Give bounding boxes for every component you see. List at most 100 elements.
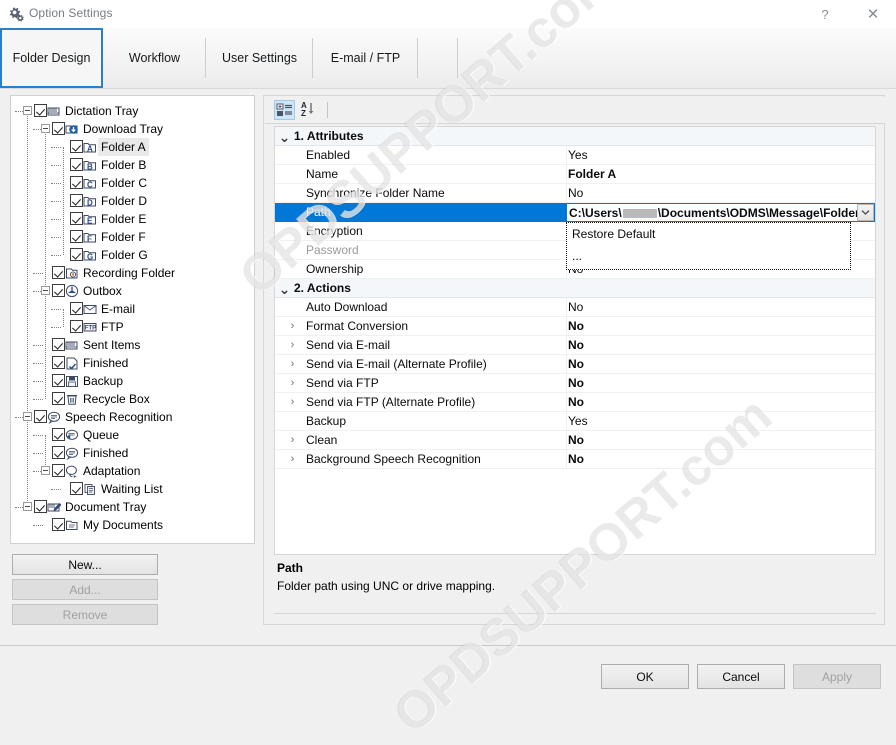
property-row-auto-download[interactable]: Auto Download No xyxy=(275,298,875,317)
property-row-format-conversion[interactable]: › Format Conversion No xyxy=(275,317,875,336)
property-value[interactable]: Yes xyxy=(568,146,588,165)
tree-item-folder-d[interactable]: D Folder D xyxy=(11,192,254,210)
tree-item-recording-folder[interactable]: Recording Folder xyxy=(11,264,254,282)
alphabetical-sort-icon[interactable]: A Z xyxy=(299,100,320,120)
property-value[interactable]: No xyxy=(568,355,584,374)
tree-item-sent-items[interactable]: Sent Items xyxy=(11,336,254,354)
tree-checkbox[interactable] xyxy=(52,266,65,279)
tree-checkbox[interactable] xyxy=(52,338,65,351)
tree-item-finished[interactable]: Finished xyxy=(11,354,254,372)
tree-expander-collapse-icon[interactable] xyxy=(23,412,32,421)
tree-checkbox[interactable] xyxy=(34,410,47,423)
tree-item-folder-e[interactable]: E Folder E xyxy=(11,210,254,228)
property-row-name[interactable]: Name Folder A xyxy=(275,165,875,184)
property-row-send-via-e-mail-alternate-profile[interactable]: › Send via E-mail (Alternate Profile) No xyxy=(275,355,875,374)
tree-expander-collapse-icon[interactable] xyxy=(41,286,50,295)
property-value[interactable]: Yes xyxy=(568,412,588,431)
tree-checkbox[interactable] xyxy=(70,320,83,333)
tree-expander-collapse-icon[interactable] xyxy=(23,106,32,115)
chevron-right-icon[interactable]: › xyxy=(287,374,298,393)
folder-tree[interactable]: Dictation Tray Download Tray A Folder A B Fol… xyxy=(10,95,255,544)
property-value[interactable]: No xyxy=(568,431,584,450)
property-value[interactable]: No xyxy=(568,298,583,317)
tab-e-mail-ftp[interactable]: E-mail / FTP xyxy=(313,28,418,88)
tree-item-adaptation[interactable]: Adaptation xyxy=(11,462,254,480)
property-value[interactable]: No xyxy=(568,184,583,203)
tree-checkbox[interactable] xyxy=(70,194,83,207)
tree-item-download-tray[interactable]: Download Tray xyxy=(11,120,254,138)
property-value[interactable]: No xyxy=(568,317,584,336)
tree-checkbox[interactable] xyxy=(70,248,83,261)
tree-checkbox[interactable] xyxy=(52,122,65,135)
tree-checkbox[interactable] xyxy=(70,158,83,171)
property-value[interactable]: No xyxy=(568,336,584,355)
tab-folder-design[interactable]: Folder Design xyxy=(0,28,103,88)
tree-checkbox[interactable] xyxy=(34,500,47,513)
property-value[interactable]: No xyxy=(568,374,584,393)
tree-checkbox[interactable] xyxy=(52,446,65,459)
path-value-editor[interactable]: C:\Users\ \Documents\ODMS\Message\FolderA xyxy=(566,203,875,222)
tree-checkbox[interactable] xyxy=(52,284,65,297)
tree-item-document-tray[interactable]: Document Tray xyxy=(11,498,254,516)
tree-item-outbox[interactable]: Outbox xyxy=(11,282,254,300)
tree-item-folder-b[interactable]: B Folder B xyxy=(11,156,254,174)
property-row-send-via-e-mail[interactable]: › Send via E-mail No xyxy=(275,336,875,355)
new-button[interactable]: New... xyxy=(12,554,158,575)
tree-checkbox[interactable] xyxy=(70,302,83,315)
chevron-down-icon[interactable] xyxy=(857,204,874,221)
ok-button[interactable]: OK xyxy=(601,664,689,689)
property-row-send-via-ftp-alternate-profile[interactable]: › Send via FTP (Alternate Profile) No xyxy=(275,393,875,412)
path-dropdown-list[interactable]: Restore Default... xyxy=(566,222,851,270)
tree-expander-collapse-icon[interactable] xyxy=(41,124,50,133)
tree-item-e-mail[interactable]: E-mail xyxy=(11,300,254,318)
property-row-synchronize-folder-name[interactable]: Synchronize Folder Name No xyxy=(275,184,875,203)
chevron-right-icon[interactable]: › xyxy=(287,393,298,412)
property-row-background-speech-recognition[interactable]: › Background Speech Recognition No xyxy=(275,450,875,469)
tree-checkbox[interactable] xyxy=(52,428,65,441)
chevron-down-icon[interactable]: ⌄ xyxy=(279,127,291,146)
tree-item-dictation-tray[interactable]: Dictation Tray xyxy=(11,102,254,120)
property-category-2-actions[interactable]: ⌄ 2. Actions xyxy=(275,279,875,298)
close-button[interactable]: ✕ xyxy=(850,0,896,28)
tree-checkbox[interactable] xyxy=(52,374,65,387)
property-value[interactable]: No xyxy=(568,450,584,469)
property-row-path[interactable]: Path C:\Users\ \Documents\ODMS\Message\Fol… xyxy=(275,203,875,222)
tree-checkbox[interactable] xyxy=(70,230,83,243)
chevron-right-icon[interactable]: › xyxy=(287,431,298,450)
cancel-button[interactable]: Cancel xyxy=(697,664,785,689)
property-row-enabled[interactable]: Enabled Yes xyxy=(275,146,875,165)
tree-expander-collapse-icon[interactable] xyxy=(41,466,50,475)
property-value[interactable]: No xyxy=(568,393,584,412)
tree-item-backup[interactable]: Backup xyxy=(11,372,254,390)
tree-checkbox[interactable] xyxy=(52,392,65,405)
path-dropdown-option-browse[interactable]: ... xyxy=(567,245,850,267)
tree-item-folder-c[interactable]: C Folder C xyxy=(11,174,254,192)
tab-user-settings[interactable]: User Settings xyxy=(206,28,313,88)
tree-item-waiting-list[interactable]: Waiting List xyxy=(11,480,254,498)
chevron-right-icon[interactable]: › xyxy=(287,450,298,469)
tree-checkbox[interactable] xyxy=(70,212,83,225)
tree-item-speech-recognition[interactable]: Speech Recognition xyxy=(11,408,254,426)
tree-expander-collapse-icon[interactable] xyxy=(23,502,32,511)
tree-checkbox[interactable] xyxy=(52,518,65,531)
chevron-down-icon[interactable]: ⌄ xyxy=(279,279,291,298)
categorized-view-icon[interactable] xyxy=(274,100,295,120)
help-button[interactable]: ? xyxy=(802,0,848,28)
tree-item-recycle-box[interactable]: Recycle Box xyxy=(11,390,254,408)
tree-item-folder-a[interactable]: A Folder A xyxy=(11,138,254,156)
tab-workflow[interactable]: Workflow xyxy=(103,28,206,88)
chevron-right-icon[interactable]: › xyxy=(287,317,298,336)
tree-item-finished[interactable]: Finished xyxy=(11,444,254,462)
tree-checkbox[interactable] xyxy=(34,104,47,117)
tree-item-folder-f[interactable]: F Folder F xyxy=(11,228,254,246)
tree-item-my-documents[interactable]: My Documents xyxy=(11,516,254,534)
tree-item-queue[interactable]: Queue xyxy=(11,426,254,444)
property-row-clean[interactable]: › Clean No xyxy=(275,431,875,450)
property-grid[interactable]: ⌄ 1. Attributes Enabled Yes Name Folder A Sync… xyxy=(274,126,876,555)
tree-checkbox[interactable] xyxy=(70,482,83,495)
property-row-backup[interactable]: Backup Yes xyxy=(275,412,875,431)
path-dropdown-option-restore-default[interactable]: Restore Default xyxy=(567,223,850,245)
property-value[interactable]: Folder A xyxy=(568,165,616,184)
tree-checkbox[interactable] xyxy=(52,356,65,369)
property-row-send-via-ftp[interactable]: › Send via FTP No xyxy=(275,374,875,393)
